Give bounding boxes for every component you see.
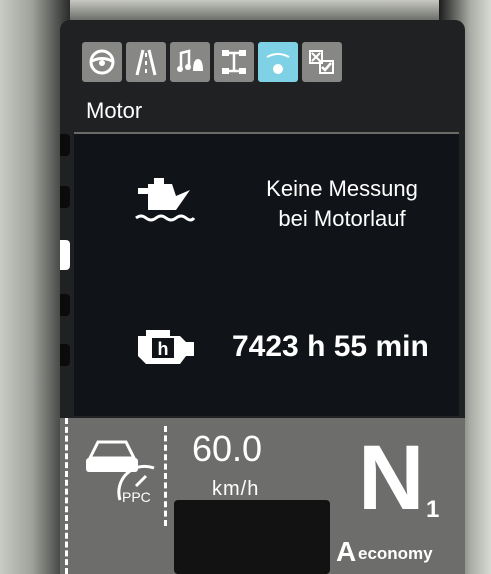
tab-drivetrain[interactable] <box>214 42 254 82</box>
scroll-indicator <box>60 132 72 432</box>
scroll-mark <box>60 134 70 156</box>
vehicle-info-icon <box>266 53 290 74</box>
gear-index: 1 <box>426 496 440 523</box>
ppc-label: PPC <box>122 489 151 505</box>
section-title: Motor <box>86 98 143 123</box>
oil-message-line2: bei Motorlauf <box>278 206 406 231</box>
tab-audio[interactable] <box>170 42 210 82</box>
tab-road[interactable] <box>126 42 166 82</box>
oil-level-message: Keine Messung bei Motorlauf <box>242 174 442 234</box>
drive-mode-name: economy <box>358 544 433 563</box>
engine-hours-value: 7423 h 55 min <box>232 330 429 363</box>
tab-vehicle-info[interactable] <box>258 42 298 82</box>
menu-tab-bar <box>82 42 342 82</box>
gear-indicator: N <box>358 427 425 529</box>
scroll-mark <box>60 294 70 316</box>
scroll-mark <box>60 186 70 208</box>
music-bell-icon <box>177 49 203 72</box>
engine-hours-icon: h <box>138 330 194 364</box>
steering-wheel-icon <box>89 49 115 75</box>
ppc-cruise-icon: PPC <box>86 440 155 505</box>
oil-message-line1: Keine Messung <box>266 176 418 201</box>
divider-mid <box>164 426 171 526</box>
scroll-mark-active <box>60 240 70 270</box>
drive-mode-letter: A <box>336 536 357 567</box>
display-screen: Motor Keine Messung bei Motorlauf h 7423… <box>60 20 465 574</box>
settings-checklist-icon <box>309 50 334 74</box>
speed-value: 60.0 <box>192 428 263 469</box>
tab-steering[interactable] <box>82 42 122 82</box>
scroll-mark <box>60 344 70 366</box>
empty-display-slot <box>174 500 330 574</box>
status-bar: PPC 60.0 km/h N 1 A economy <box>60 418 465 574</box>
road-icon <box>135 49 157 76</box>
divider-left <box>65 418 72 574</box>
tab-settings[interactable] <box>302 42 342 82</box>
engine-info-panel: Keine Messung bei Motorlauf h 7423 h 55 … <box>74 132 459 416</box>
drivetrain-icon <box>222 50 246 74</box>
oil-can-icon <box>135 178 196 222</box>
svg-text:h: h <box>158 339 169 359</box>
speed-unit: km/h <box>212 478 260 500</box>
